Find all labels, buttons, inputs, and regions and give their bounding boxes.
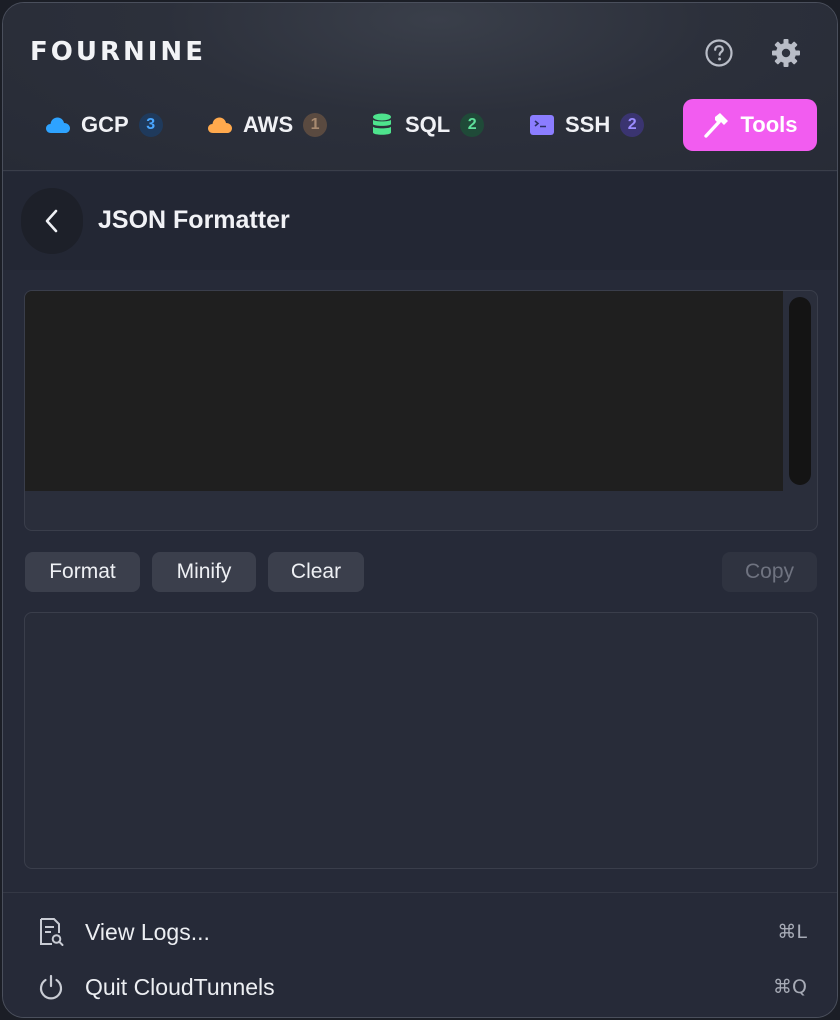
quit-label: Quit CloudTunnels: [85, 973, 275, 1000]
quit-menu-item[interactable]: Quit CloudTunnels ⌘Q: [3, 962, 837, 1012]
tab-bar: GCP 3 AWS 1 SQL 2 SSH 2 Tools: [3, 99, 837, 151]
tab-badge: 1: [303, 113, 328, 137]
quit-shortcut: ⌘Q: [773, 976, 807, 998]
tab-ssh[interactable]: SSH 2: [529, 99, 645, 151]
cloud-icon: [45, 112, 71, 138]
database-icon: [369, 112, 395, 138]
view-logs-shortcut: ⌘L: [777, 921, 807, 943]
json-formatter-panel: Format Minify Clear Copy: [3, 270, 837, 892]
tab-gcp[interactable]: GCP 3: [45, 99, 163, 151]
minify-button[interactable]: Minify: [152, 552, 256, 592]
tab-label: AWS: [243, 112, 294, 137]
tab-label: SSH: [565, 112, 611, 137]
tab-sql[interactable]: SQL 2: [369, 99, 485, 151]
tab-badge: 2: [460, 113, 485, 137]
tab-aws[interactable]: AWS 1: [207, 99, 328, 151]
tab-badge: 2: [620, 113, 645, 137]
help-icon[interactable]: [701, 35, 737, 71]
tab-badge: 3: [138, 113, 163, 137]
terminal-icon: [529, 112, 555, 138]
page-header: JSON Formatter: [3, 172, 837, 270]
tab-tools[interactable]: Tools: [683, 99, 817, 151]
copy-button[interactable]: Copy: [722, 552, 817, 592]
page-title: JSON Formatter: [98, 206, 290, 234]
app-window: FOURNINE GCP 3 AWS 1 SQL 2 SSH 2 Tools J…: [2, 2, 838, 1018]
view-logs-menu-item[interactable]: View Logs... ⌘L: [3, 907, 837, 957]
hammer-icon: [702, 111, 730, 139]
log-file-icon: [36, 917, 66, 947]
tab-label: GCP: [81, 112, 129, 137]
format-button[interactable]: Format: [25, 552, 140, 592]
clear-button[interactable]: Clear: [268, 552, 364, 592]
cloud-icon: [207, 112, 233, 138]
json-output: [24, 612, 818, 869]
json-input[interactable]: [25, 291, 783, 491]
view-logs-label: View Logs...: [85, 918, 210, 945]
tab-label: SQL: [405, 112, 451, 137]
brand-logo: FOURNINE: [30, 37, 206, 67]
back-button[interactable]: [21, 188, 83, 254]
gear-icon[interactable]: [768, 35, 804, 71]
json-input-container: [24, 290, 818, 531]
footer-menu: View Logs... ⌘L Quit CloudTunnels ⌘Q: [3, 892, 837, 1017]
chevron-left-icon: [45, 209, 58, 233]
power-icon: [36, 972, 66, 1002]
header: FOURNINE GCP 3 AWS 1 SQL 2 SSH 2 Tools: [3, 3, 837, 171]
input-scrollbar[interactable]: [789, 297, 811, 485]
tab-label: Tools: [740, 112, 798, 137]
